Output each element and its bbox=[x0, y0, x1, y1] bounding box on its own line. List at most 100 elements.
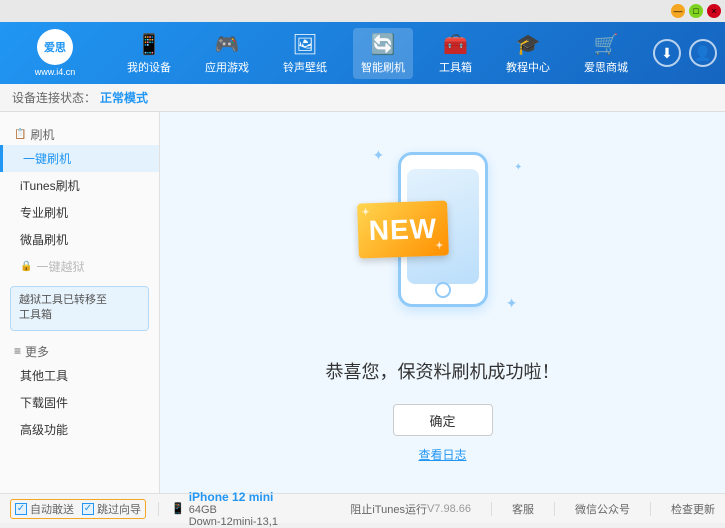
bottom-divider-3 bbox=[554, 502, 555, 516]
new-badge: NEW bbox=[357, 200, 449, 258]
advanced-label: 高级功能 bbox=[20, 423, 68, 437]
success-text: 恭喜您，保资料刷机成功啦！ bbox=[326, 358, 560, 384]
close-button[interactable]: × bbox=[707, 4, 721, 18]
store-icon: 🛒 bbox=[594, 32, 619, 57]
skip-wizard-checkbox[interactable]: ✓ 跳过向导 bbox=[82, 501, 141, 517]
status-label: 设备连接状态： bbox=[12, 89, 96, 106]
header: 爱思 www.i4.cn 📱 我的设备 🎮 应用游戏 🖼 铃声壁纸 🔄 智能刷机… bbox=[0, 22, 725, 84]
nav-my-device[interactable]: 📱 我的设备 bbox=[119, 28, 179, 79]
sidebar-item-micro-flash[interactable]: 微晶刷机 bbox=[0, 226, 159, 253]
bottom-divider-1 bbox=[158, 502, 159, 516]
download-firmware-label: 下载固件 bbox=[20, 396, 68, 410]
sparkle-1: ✦ bbox=[373, 147, 385, 164]
phone-home-btn bbox=[435, 282, 451, 298]
more-section-title: 更多 bbox=[25, 343, 49, 360]
bottom-left: ✓ 自动敢送 ✓ 跳过向导 📱 iPhone 12 mini 64GB Down… bbox=[10, 490, 350, 528]
skip-wizard-label: 跳过向导 bbox=[97, 501, 141, 517]
pro-flash-label: 专业刷机 bbox=[20, 206, 68, 220]
auto-upload-label: 自动敢送 bbox=[30, 501, 74, 517]
nav-tutorial[interactable]: 🎓 教程中心 bbox=[498, 28, 558, 79]
auto-upload-check: ✓ bbox=[15, 503, 27, 515]
stop-itunes-label: 阻止iTunes运行 bbox=[350, 504, 427, 516]
wechat-link[interactable]: 微信公众号 bbox=[575, 501, 630, 517]
sidebar-item-advanced[interactable]: 高级功能 bbox=[0, 416, 159, 443]
lock-icon: 🔒 bbox=[20, 261, 32, 272]
wallpaper-icon: 🖼 bbox=[292, 32, 317, 57]
sidebar-item-jailbreak: 🔒 一键越狱 bbox=[0, 253, 159, 280]
nav-tutorial-label: 教程中心 bbox=[506, 59, 550, 75]
bottom-right: V7.98.66 客服 微信公众号 检查更新 bbox=[427, 501, 715, 517]
nav-store[interactable]: 🛒 爱思商城 bbox=[576, 28, 636, 79]
flash-section-title: 刷机 bbox=[30, 126, 54, 143]
micro-flash-label: 微晶刷机 bbox=[20, 233, 68, 247]
stop-itunes-button[interactable]: 阻止iTunes运行 bbox=[350, 501, 427, 517]
more-section-icon: ≡ bbox=[14, 344, 21, 358]
bottom-divider-4 bbox=[650, 502, 651, 516]
device-info: iPhone 12 mini 64GB Down-12mini-13,1 bbox=[189, 490, 278, 528]
one-click-flash-label: 一键刷机 bbox=[23, 152, 71, 166]
device-firmware: Down-12mini-13,1 bbox=[189, 516, 278, 528]
illustration: ✦ ✦ ✦ NEW bbox=[353, 142, 533, 342]
status-value: 正常模式 bbox=[100, 89, 148, 106]
logo-icon: 爱思 bbox=[44, 39, 66, 55]
maximize-button[interactable]: □ bbox=[689, 4, 703, 18]
minimize-button[interactable]: — bbox=[671, 4, 685, 18]
apps-games-icon: 🎮 bbox=[215, 32, 240, 57]
sidebar-flash-section: 📋 刷机 bbox=[0, 120, 159, 145]
status-bar: 设备连接状态： 正常模式 bbox=[0, 84, 725, 112]
bottom-bar: ✓ 自动敢送 ✓ 跳过向导 📱 iPhone 12 mini 64GB Down… bbox=[0, 493, 725, 523]
check-update-link[interactable]: 检查更新 bbox=[671, 501, 715, 517]
sidebar-more-section: ≡ 更多 bbox=[0, 337, 159, 362]
itunes-flash-label: iTunes刷机 bbox=[20, 179, 80, 193]
toolbox-icon: 🧰 bbox=[443, 32, 468, 57]
device-storage: 64GB bbox=[189, 504, 278, 516]
account-button[interactable]: 👤 bbox=[689, 39, 717, 67]
header-right: ⬇ 👤 bbox=[645, 39, 725, 67]
nav-toolbox-label: 工具箱 bbox=[439, 59, 472, 75]
download-button[interactable]: ⬇ bbox=[653, 39, 681, 67]
device-name: iPhone 12 mini bbox=[189, 490, 278, 504]
smart-flash-icon: 🔄 bbox=[371, 32, 396, 57]
sidebar-item-itunes-flash[interactable]: iTunes刷机 bbox=[0, 172, 159, 199]
content-area: ✦ ✦ ✦ NEW 恭喜您，保资料刷机成功啦！ 确定 查看日志 bbox=[160, 112, 725, 493]
title-bar: — □ × bbox=[0, 0, 725, 22]
logo-area: 爱思 www.i4.cn bbox=[0, 29, 110, 77]
nav-smart-flash[interactable]: 🔄 智能刷机 bbox=[353, 28, 413, 79]
sidebar-notice: 越狱工具已转移至 工具箱 bbox=[10, 286, 149, 331]
nav-toolbox[interactable]: 🧰 工具箱 bbox=[431, 28, 480, 79]
nav-smart-flash-label: 智能刷机 bbox=[361, 59, 405, 75]
flash-section-icon: 📋 bbox=[14, 129, 26, 140]
sidebar-item-one-click-flash[interactable]: 一键刷机 bbox=[0, 145, 159, 172]
confirm-button[interactable]: 确定 bbox=[393, 404, 493, 436]
nav-apps-games[interactable]: 🎮 应用游戏 bbox=[197, 28, 257, 79]
device-phone-icon: 📱 bbox=[171, 502, 185, 515]
my-device-icon: 📱 bbox=[137, 32, 162, 57]
auto-upload-checkbox[interactable]: ✓ 自动敢送 bbox=[15, 501, 74, 517]
sidebar-item-download-firmware[interactable]: 下载固件 bbox=[0, 389, 159, 416]
tutorial-icon: 🎓 bbox=[516, 32, 541, 57]
notice-text: 越狱工具已转移至 工具箱 bbox=[19, 294, 107, 321]
sidebar-item-pro-flash[interactable]: 专业刷机 bbox=[0, 199, 159, 226]
main-layout: 📋 刷机 一键刷机 iTunes刷机 专业刷机 微晶刷机 🔒 一键越狱 越狱工具… bbox=[0, 112, 725, 493]
nav-store-label: 爱思商城 bbox=[584, 59, 628, 75]
sparkle-2: ✦ bbox=[514, 162, 522, 173]
main-nav: 📱 我的设备 🎮 应用游戏 🖼 铃声壁纸 🔄 智能刷机 🧰 工具箱 🎓 教程中心… bbox=[110, 28, 645, 79]
view-log-link[interactable]: 查看日志 bbox=[418, 446, 466, 463]
checkbox-area: ✓ 自动敢送 ✓ 跳过向导 bbox=[10, 499, 146, 519]
nav-my-device-label: 我的设备 bbox=[127, 59, 171, 75]
customer-service-link[interactable]: 客服 bbox=[512, 501, 534, 517]
logo-circle: 爱思 bbox=[37, 29, 73, 65]
sidebar: 📋 刷机 一键刷机 iTunes刷机 专业刷机 微晶刷机 🔒 一键越狱 越狱工具… bbox=[0, 112, 160, 493]
skip-wizard-check: ✓ bbox=[82, 503, 94, 515]
device-section: 📱 iPhone 12 mini 64GB Down-12mini-13,1 bbox=[171, 490, 278, 528]
bottom-divider-2 bbox=[491, 502, 492, 516]
nav-wallpaper[interactable]: 🖼 铃声壁纸 bbox=[275, 28, 335, 79]
jailbreak-label: 一键越狱 bbox=[36, 258, 84, 275]
sparkle-3: ✦ bbox=[506, 295, 518, 312]
version-label: V7.98.66 bbox=[427, 503, 471, 515]
sidebar-item-other-tools[interactable]: 其他工具 bbox=[0, 362, 159, 389]
logo-subtitle: www.i4.cn bbox=[35, 67, 76, 77]
other-tools-label: 其他工具 bbox=[20, 369, 68, 383]
nav-wallpaper-label: 铃声壁纸 bbox=[283, 59, 327, 75]
nav-apps-games-label: 应用游戏 bbox=[205, 59, 249, 75]
